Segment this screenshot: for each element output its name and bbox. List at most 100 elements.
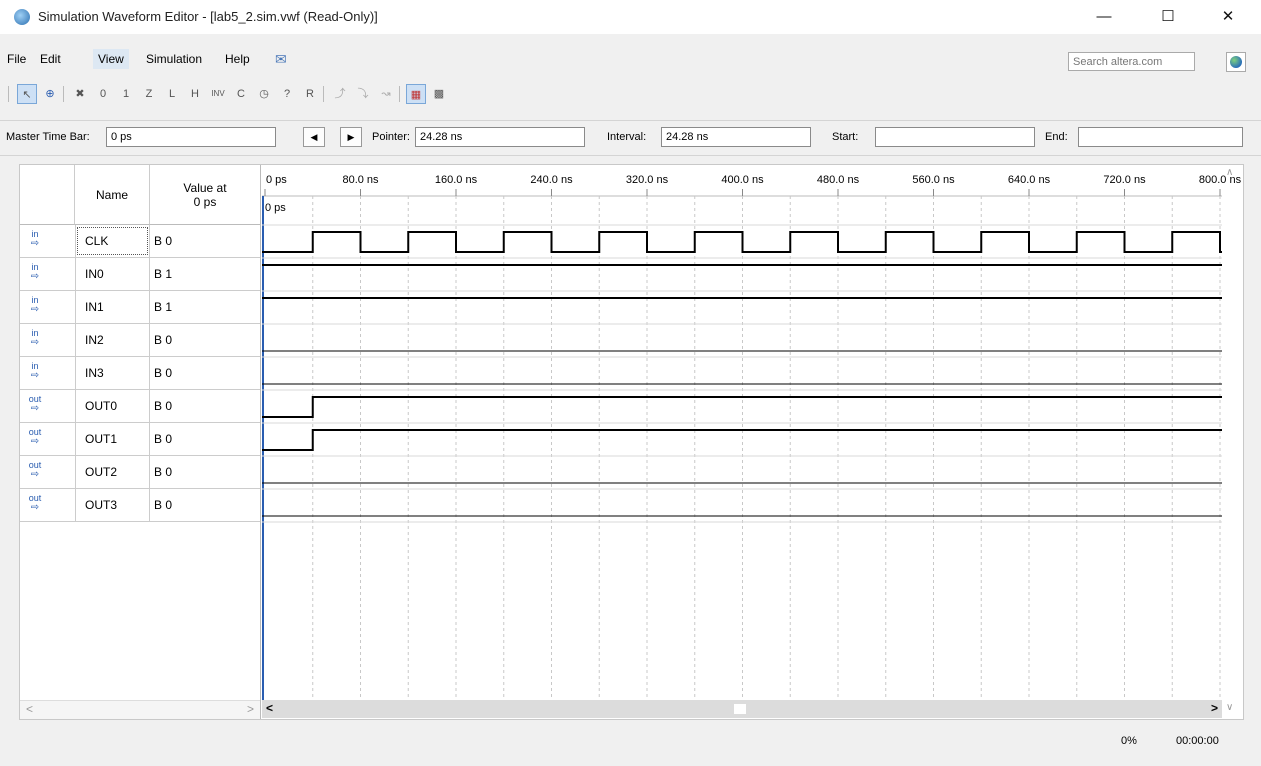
- random-value-icon[interactable]: R: [300, 84, 320, 104]
- next-transition-button[interactable]: ▶: [340, 127, 362, 147]
- force-hiz-icon[interactable]: Z: [139, 84, 159, 104]
- zoom-tool-icon[interactable]: ⊕: [40, 84, 60, 104]
- signal-row[interactable]: in ⇨ CLK B 0: [20, 225, 260, 258]
- tick-label: 400.0 ns: [721, 174, 764, 186]
- signal-row[interactable]: out ⇨ OUT2 B 0: [20, 456, 260, 489]
- close-button[interactable]: ✕: [1206, 4, 1250, 30]
- pin-arrow-icon: ⇨: [30, 238, 40, 249]
- prev-transition-button[interactable]: ◀: [303, 127, 325, 147]
- toolbar-grip: [8, 86, 9, 102]
- output-pin-icon: out ⇨: [25, 494, 45, 514]
- pointer-label: Pointer:: [372, 131, 410, 143]
- scroll-down-icon[interactable]: ∨: [1226, 702, 1233, 713]
- force-weak-low-icon[interactable]: L: [162, 84, 182, 104]
- maximize-button[interactable]: ☐: [1146, 4, 1190, 30]
- scroll-left-icon[interactable]: <: [26, 702, 33, 716]
- waveform-settings-icon[interactable]: ↝: [376, 84, 396, 104]
- signal-name[interactable]: OUT2: [75, 456, 150, 488]
- signal-name[interactable]: CLK: [75, 225, 150, 257]
- scroll-left-icon[interactable]: <: [266, 701, 273, 715]
- pointer-field[interactable]: 24.28 ns: [415, 127, 585, 147]
- count-value-icon[interactable]: C: [231, 84, 251, 104]
- io-header: [20, 165, 75, 225]
- name-header[interactable]: Name: [75, 165, 150, 225]
- interval-field[interactable]: 24.28 ns: [661, 127, 811, 147]
- pin-arrow-icon: ⇨: [30, 337, 40, 348]
- force-high-icon[interactable]: 1: [116, 84, 136, 104]
- menu-simulation[interactable]: Simulation: [141, 49, 207, 69]
- elapsed-time-status: 00:00:00: [1176, 735, 1219, 747]
- signal-name[interactable]: IN1: [75, 291, 150, 323]
- scroll-up-icon[interactable]: ∧: [1226, 167, 1233, 178]
- snap-to-grid-icon[interactable]: ⤴: [330, 84, 350, 104]
- signal-value: B 0: [154, 366, 173, 380]
- force-unknown-icon[interactable]: ✖: [70, 84, 90, 104]
- time-bar: Master Time Bar: 0 ps ◀ ▶ Pointer: 24.28…: [0, 120, 1261, 156]
- signal-row[interactable]: in ⇨ IN3 B 0: [20, 357, 260, 390]
- value-header[interactable]: Value at 0 ps: [150, 165, 260, 225]
- toolbar: ↖ ⊕ ✖ 0 1 Z L H INV C ◷ ? R ⤴ ⤵ ↝ ▦ ▩: [0, 80, 1261, 110]
- menu-edit[interactable]: Edit: [35, 49, 66, 69]
- signal-name[interactable]: IN0: [75, 258, 150, 290]
- io-cell: out ⇨: [20, 456, 76, 488]
- signal-name[interactable]: OUT1: [75, 423, 150, 455]
- signal-value: B 0: [154, 399, 173, 413]
- pin-arrow-icon: ⇨: [30, 469, 40, 480]
- signal-row[interactable]: in ⇨ IN2 B 0: [20, 324, 260, 357]
- signal-name[interactable]: OUT0: [75, 390, 150, 422]
- comment-icon[interactable]: ✉: [270, 49, 292, 69]
- signal-name[interactable]: IN2: [75, 324, 150, 356]
- signal-row[interactable]: out ⇨ OUT3 B 0: [20, 489, 260, 522]
- tick-label: 640.0 ns: [1008, 174, 1051, 186]
- waveform-area[interactable]: 0 ps 80.0 ns 160.0 ns 240.0 ns 320.0 ns 400.0…: [262, 165, 1244, 719]
- scroll-right-icon[interactable]: >: [1211, 701, 1218, 715]
- sort-icon[interactable]: ⤵: [353, 84, 373, 104]
- menu-file[interactable]: File: [2, 49, 31, 69]
- left-horizontal-scrollbar[interactable]: < >: [20, 700, 260, 719]
- input-pin-icon: in ⇨: [25, 296, 45, 316]
- signal-name[interactable]: IN3: [75, 357, 150, 389]
- input-pin-icon: in ⇨: [25, 329, 45, 349]
- signal-value: B 0: [154, 234, 173, 248]
- signal-name[interactable]: OUT3: [75, 489, 150, 521]
- globe-icon[interactable]: [1226, 52, 1246, 72]
- minimize-button[interactable]: —: [1082, 4, 1126, 30]
- timing-icon[interactable]: ▩: [429, 84, 449, 104]
- invert-icon[interactable]: INV: [208, 84, 228, 104]
- io-cell: out ⇨: [20, 489, 76, 521]
- signal-row[interactable]: in ⇨ IN1 B 1: [20, 291, 260, 324]
- wave-horizontal-scrollbar[interactable]: < >: [262, 700, 1222, 718]
- selection-tool-icon[interactable]: ↖: [17, 84, 37, 104]
- tick-label: 160.0 ns: [435, 174, 478, 186]
- menu-view[interactable]: View: [93, 49, 129, 69]
- end-field[interactable]: [1078, 127, 1243, 147]
- force-low-icon[interactable]: 0: [93, 84, 113, 104]
- scroll-thumb[interactable]: [734, 704, 746, 714]
- cursor-label: 0 ps: [265, 202, 286, 214]
- waveform-canvas[interactable]: 0 ps 80.0 ns 160.0 ns 240.0 ns 320.0 ns 400.0…: [262, 165, 1244, 700]
- tick-label: 0 ps: [266, 174, 287, 186]
- tick-label: 560.0 ns: [912, 174, 955, 186]
- tick-label: 80.0 ns: [342, 174, 379, 186]
- signal-row[interactable]: out ⇨ OUT0 B 0: [20, 390, 260, 423]
- waveform-panel: Name Value at 0 ps in ⇨ CLK B 0 in ⇨ IN0 B 1 in ⇨…: [19, 164, 1244, 720]
- end-label: End:: [1045, 131, 1068, 143]
- grid-icon[interactable]: ▦: [406, 84, 426, 104]
- master-time-field[interactable]: 0 ps: [106, 127, 276, 147]
- scroll-right-icon[interactable]: >: [247, 702, 254, 716]
- start-field[interactable]: [875, 127, 1035, 147]
- arbitrary-value-icon[interactable]: ?: [277, 84, 297, 104]
- tick-label: 720.0 ns: [1103, 174, 1146, 186]
- pin-arrow-icon: ⇨: [30, 370, 40, 381]
- pin-arrow-icon: ⇨: [30, 271, 40, 282]
- force-weak-high-icon[interactable]: H: [185, 84, 205, 104]
- io-cell: in ⇨: [20, 258, 76, 290]
- menu-help[interactable]: Help: [220, 49, 255, 69]
- clock-icon[interactable]: ◷: [254, 84, 274, 104]
- waveform-clk: [262, 231, 1222, 253]
- signal-row[interactable]: out ⇨ OUT1 B 0: [20, 423, 260, 456]
- interval-label: Interval:: [607, 131, 647, 143]
- search-input[interactable]: Search altera.com: [1068, 52, 1195, 71]
- signal-row[interactable]: in ⇨ IN0 B 1: [20, 258, 260, 291]
- output-pin-icon: out ⇨: [25, 428, 45, 448]
